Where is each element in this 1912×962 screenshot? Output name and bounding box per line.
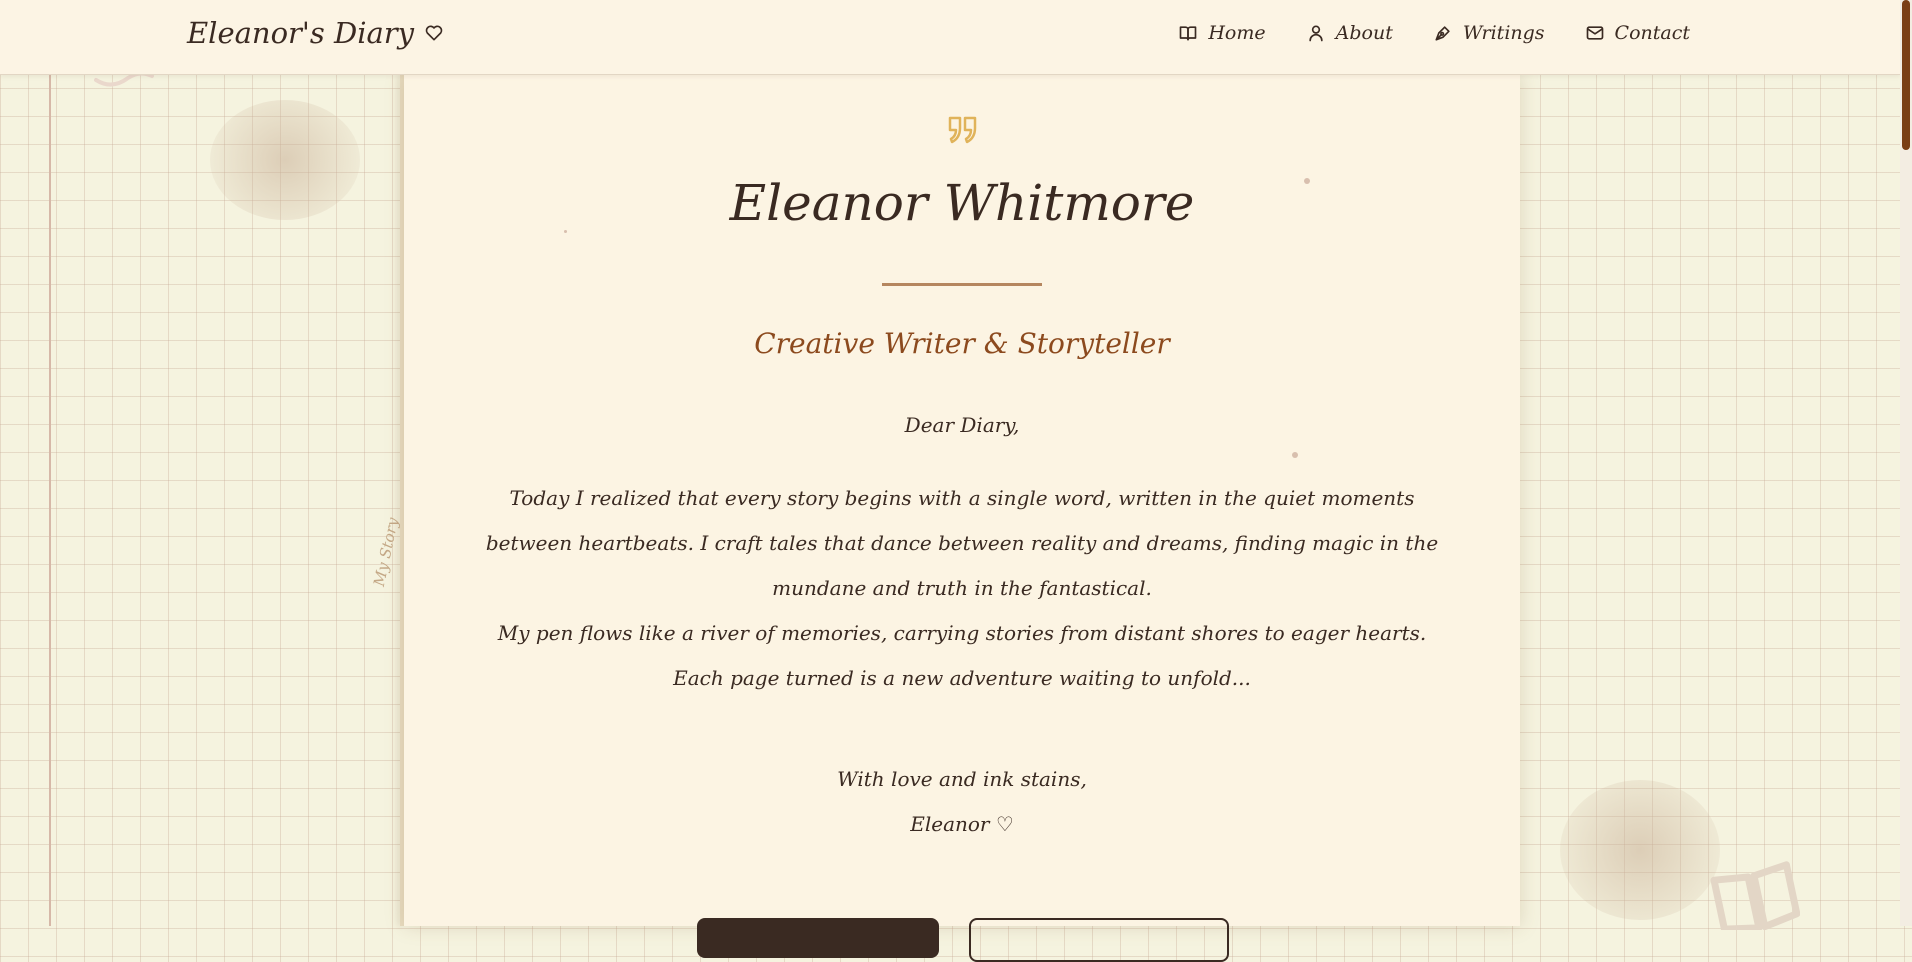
pen-icon xyxy=(1435,26,1450,41)
ink-dot xyxy=(1292,452,1298,458)
sidebar-vertical-label: My Story xyxy=(369,516,403,588)
page-title: Eleanor Whitmore xyxy=(729,174,1195,232)
diary-greeting: Dear Diary, xyxy=(904,413,1020,437)
nav-writings-label: Writings xyxy=(1462,22,1545,44)
nav-home[interactable]: Home xyxy=(1178,22,1266,44)
nav-writings[interactable]: Writings xyxy=(1433,22,1545,44)
user-icon xyxy=(1308,25,1323,42)
secondary-action-button[interactable] xyxy=(969,918,1229,962)
quote-icon xyxy=(948,116,977,144)
nav-about-label: About xyxy=(1335,22,1393,44)
nav-contact[interactable]: Contact xyxy=(1585,22,1690,44)
page-scrollbar[interactable] xyxy=(1900,0,1912,926)
nav-about[interactable]: About xyxy=(1306,22,1393,44)
ink-dot xyxy=(1304,178,1310,184)
ink-smudge xyxy=(210,100,360,220)
diary-paragraph: Today I realized that every story begins… xyxy=(485,486,1439,600)
ink-dot xyxy=(564,230,567,233)
diary-page: Eleanor Whitmore Creative Writer & Story… xyxy=(404,74,1520,962)
site-brand[interactable]: Eleanor's Diary xyxy=(187,16,444,50)
scrollbar-thumb[interactable] xyxy=(1902,0,1910,150)
diary-paragraph: My pen flows like a river of memories, c… xyxy=(497,621,1427,690)
nav-contact-label: Contact xyxy=(1614,22,1690,44)
primary-action-button[interactable] xyxy=(697,918,939,958)
diary-signature: Eleanor ♡ xyxy=(910,812,1014,836)
ink-smudge xyxy=(1560,780,1720,920)
mail-icon xyxy=(1586,26,1603,40)
top-navigation-bar: Eleanor's Diary Home About Writings Cont… xyxy=(0,0,1900,75)
brand-title: Eleanor's Diary xyxy=(187,16,415,50)
book-icon xyxy=(1180,26,1197,41)
main-nav: Home About Writings Contact xyxy=(1178,22,1690,44)
heart-icon xyxy=(425,25,443,41)
title-divider xyxy=(882,283,1042,286)
book-decoration-icon xyxy=(1710,861,1800,930)
subtitle: Creative Writer & Storyteller xyxy=(754,327,1170,360)
notebook-margin-line xyxy=(49,74,51,926)
nav-home-label: Home xyxy=(1208,22,1266,44)
diary-closing: With love and ink stains, xyxy=(837,767,1087,791)
